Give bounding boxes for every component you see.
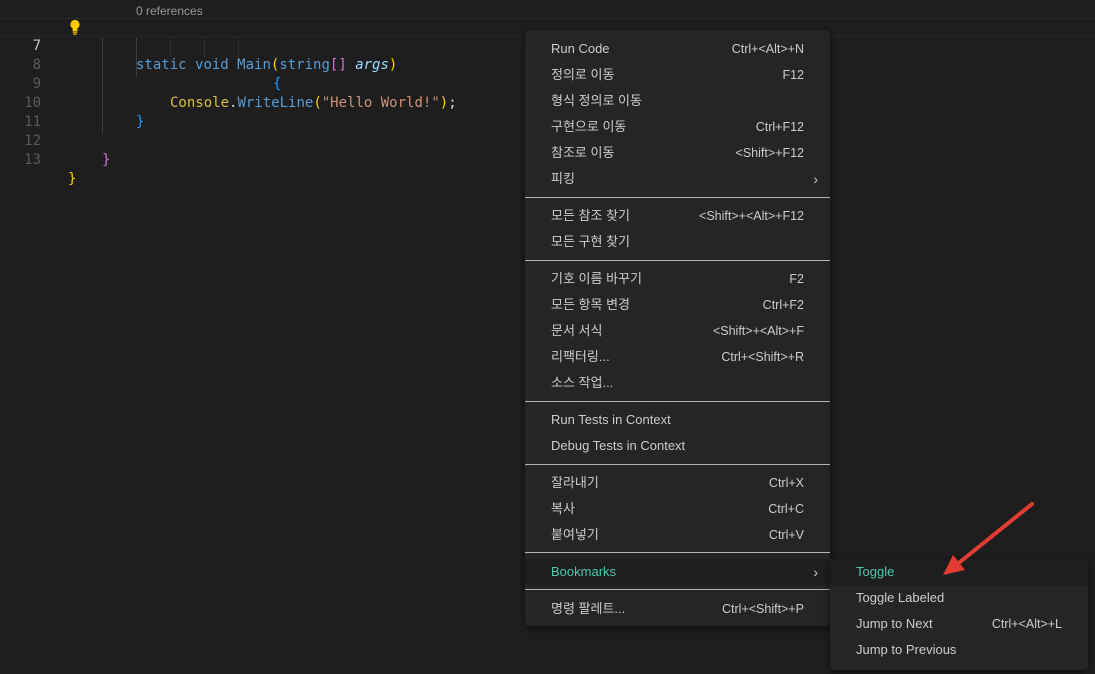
menu-item-format-document[interactable]: 문서 서식 <Shift>+<Alt>+F: [525, 318, 830, 344]
menu-item-shortcut: Ctrl+F2: [762, 298, 804, 312]
menu-item-go-to-type-definition[interactable]: 형식 정의로 이동: [525, 88, 830, 114]
menu-item-shortcut: Ctrl+<Alt>+N: [731, 42, 804, 56]
menu-item-label: 모든 항목 변경: [551, 297, 630, 312]
menu-item-label: Jump to Previous: [856, 642, 957, 657]
menu-item-label: Run Code: [551, 41, 610, 56]
chevron-right-icon: ›: [813, 564, 818, 580]
menu-item-label: Toggle: [856, 564, 895, 579]
menu-item-source-action[interactable]: 소스 작업...: [525, 370, 830, 396]
menu-item-shortcut: Ctrl+F12: [755, 120, 804, 134]
menu-separator: [525, 464, 830, 465]
annotation-arrow-icon: [943, 502, 1034, 575]
menu-item-label: 구현으로 이동: [551, 119, 627, 134]
menu-item-label: 정의로 이동: [551, 67, 615, 82]
close-brace: }: [102, 152, 111, 168]
menu-item-label: 복사: [551, 501, 575, 516]
menu-separator: [525, 401, 830, 402]
menu-item-label: 문서 서식: [551, 323, 603, 338]
menu-item-label: 참조로 이동: [551, 145, 615, 160]
menu-item-shortcut: <Shift>+<Alt>+F12: [699, 209, 804, 223]
menu-item-go-to-implementation[interactable]: 구현으로 이동 Ctrl+F12: [525, 114, 830, 140]
menu-item-label: 잘라내기: [551, 475, 599, 490]
menu-item-label: 기호 이름 바꾸기: [551, 271, 642, 286]
menu-item-label: Debug Tests in Context: [551, 438, 686, 453]
menu-item-shortcut: Ctrl+X: [768, 476, 804, 490]
menu-item-shortcut: Ctrl+V: [768, 528, 804, 542]
menu-separator: [525, 260, 830, 261]
menu-item-rename-symbol[interactable]: 기호 이름 바꾸기 F2: [525, 266, 830, 292]
menu-item-shortcut: Ctrl+<Shift>+R: [721, 350, 804, 364]
submenu-item-jump-to-previous[interactable]: Jump to Previous: [830, 637, 1088, 663]
menu-item-bookmarks[interactable]: Bookmarks ›: [525, 559, 830, 585]
menu-item-find-all-references[interactable]: 모든 참조 찾기 <Shift>+<Alt>+F12: [525, 203, 830, 229]
menu-item-find-all-implementations[interactable]: 모든 구현 찾기: [525, 229, 830, 255]
menu-separator: [525, 552, 830, 553]
menu-item-label: Toggle Labeled: [856, 590, 945, 605]
menu-item-shortcut: Ctrl+C: [768, 502, 804, 516]
editor-context-menu: Run Code Ctrl+<Alt>+N 정의로 이동 F12 형식 정의로 …: [525, 30, 830, 626]
menu-separator: [525, 197, 830, 198]
menu-item-debug-tests-in-context[interactable]: Debug Tests in Context: [525, 433, 830, 459]
menu-item-label: 붙여넣기: [551, 527, 599, 542]
menu-item-shortcut: Ctrl+<Shift>+P: [722, 602, 804, 616]
line-number: 13: [24, 152, 41, 168]
submenu-item-jump-to-next[interactable]: Jump to Next Ctrl+<Alt>+L: [830, 611, 1088, 637]
menu-item-label: 피킹: [551, 171, 575, 186]
menu-item-label: 리팩터링...: [551, 349, 610, 364]
menu-item-label: 명령 팔레트...: [551, 601, 626, 616]
menu-separator: [525, 589, 830, 590]
close-brace: }: [68, 171, 77, 187]
menu-item-command-palette[interactable]: 명령 팔레트... Ctrl+<Shift>+P: [525, 596, 830, 622]
menu-item-shortcut: F12: [782, 68, 804, 82]
menu-item-shortcut: <Shift>+F12: [735, 146, 804, 160]
menu-item-copy[interactable]: 복사 Ctrl+C: [525, 496, 830, 522]
menu-item-run-code[interactable]: Run Code Ctrl+<Alt>+N: [525, 36, 830, 62]
menu-item-cut[interactable]: 잘라내기 Ctrl+X: [525, 470, 830, 496]
menu-item-paste[interactable]: 붙여넣기 Ctrl+V: [525, 522, 830, 548]
chevron-right-icon: ›: [813, 171, 818, 187]
codelens-references[interactable]: 0 references: [136, 4, 203, 18]
submenu-item-toggle-labeled[interactable]: Toggle Labeled: [830, 585, 1088, 611]
menu-item-refactor[interactable]: 리팩터링... Ctrl+<Shift>+R: [525, 344, 830, 370]
menu-item-shortcut: Ctrl+<Alt>+L: [991, 617, 1062, 631]
menu-item-label: 모든 구현 찾기: [551, 234, 630, 249]
menu-item-run-tests-in-context[interactable]: Run Tests in Context: [525, 407, 830, 433]
menu-item-peek[interactable]: 피킹 ›: [525, 166, 830, 192]
menu-item-go-to-references[interactable]: 참조로 이동 <Shift>+F12: [525, 140, 830, 166]
menu-item-label: 형식 정의로 이동: [551, 93, 642, 108]
menu-item-shortcut: F2: [789, 272, 804, 286]
menu-item-change-all-occurrences[interactable]: 모든 항목 변경 Ctrl+F2: [525, 292, 830, 318]
menu-item-shortcut: <Shift>+<Alt>+F: [712, 324, 804, 338]
menu-item-label: Run Tests in Context: [551, 412, 671, 427]
menu-item-label: Bookmarks: [551, 564, 617, 579]
menu-item-go-to-definition[interactable]: 정의로 이동 F12: [525, 62, 830, 88]
menu-item-label: 소스 작업...: [551, 375, 614, 390]
menu-item-label: Jump to Next: [856, 616, 933, 631]
menu-item-label: 모든 참조 찾기: [551, 208, 630, 223]
